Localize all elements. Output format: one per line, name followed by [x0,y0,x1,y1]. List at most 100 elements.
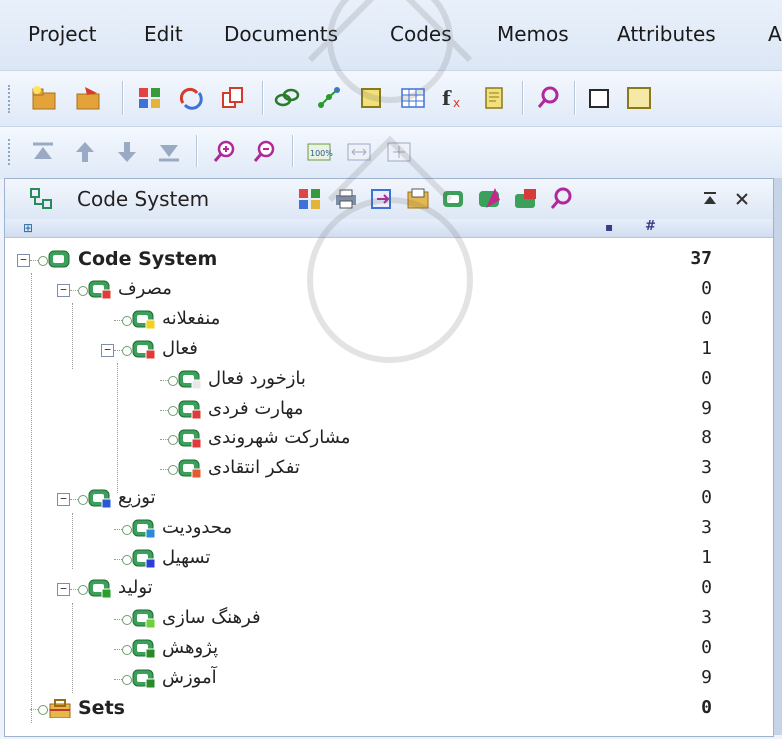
tree-row-code[interactable]: − فعال 1 [0,336,768,366]
tree-row-code[interactable]: آموزش 9 [0,665,768,695]
zoom-out-icon[interactable] [250,137,280,167]
code-count: 1 [701,338,712,359]
code-toggle-dot[interactable] [122,615,132,625]
refresh-icon[interactable] [176,83,206,113]
code-label: مشارکت شهروندی [208,427,351,448]
panel-title: Code System [77,187,210,211]
code-toggle-dot[interactable] [122,555,132,565]
code-system-icon[interactable] [135,83,165,113]
tree-row-code[interactable]: مهارت فردی 9 [0,396,768,426]
fit-page-icon[interactable] [384,137,414,167]
code-label: فرهنگ سازی [162,607,261,628]
svg-text:100%: 100% [310,149,333,158]
zoom-100-icon[interactable]: 100% [304,137,334,167]
search-codes-icon[interactable] [547,184,577,214]
menu-codes[interactable]: Codes [390,22,452,46]
code-count: 0 [701,368,712,389]
export-icon[interactable] [367,184,397,214]
code-favorites-icon[interactable] [511,184,541,214]
tree-row-code[interactable]: منفعلانه 0 [0,306,768,336]
menu-memos[interactable]: Memos [497,22,569,46]
menu-attributes[interactable]: Attributes [617,22,716,46]
collapse-toggle[interactable]: − [57,284,70,297]
zoom-in-icon[interactable] [210,137,240,167]
move-down-icon[interactable] [112,137,142,167]
splitter[interactable] [774,178,782,735]
code-toggle-dot[interactable] [122,675,132,685]
tree-row-code[interactable]: محدودیت 3 [0,515,768,545]
duplicate-icon[interactable] [218,83,248,113]
minimize-panel-icon[interactable] [695,184,725,214]
tree-row-code-system-root[interactable]: − Code System 37 [0,246,768,276]
open-project-icon[interactable] [74,83,104,113]
code-window-icon[interactable] [624,83,654,113]
move-bottom-icon[interactable] [154,137,184,167]
search-icon[interactable] [534,83,564,113]
menu-documents[interactable]: Documents [224,22,338,46]
code-toggle-dot[interactable] [122,525,132,535]
code-label: Code System [78,248,218,270]
tree-row-sets[interactable]: Sets 0 [0,695,768,725]
new-code-icon[interactable] [439,184,469,214]
menu-edit[interactable]: Edit [144,22,183,46]
menu-project[interactable]: Project [28,22,96,46]
code-label: پژوهش [162,637,219,658]
tree-row-code[interactable]: − توزیع 0 [0,485,768,515]
tree-row-code[interactable]: پژوهش 0 [0,635,768,665]
collapse-toggle[interactable]: − [101,344,114,357]
memo-icon[interactable] [356,83,386,113]
code-count: 9 [701,398,712,419]
activate-codes-icon[interactable] [475,184,505,214]
print-icon[interactable] [331,184,361,214]
document-memo-icon[interactable] [480,83,510,113]
window-icon[interactable] [584,83,614,113]
tree-row-code[interactable]: مشارکت شهروندی 8 [0,425,768,455]
code-toggle-dot[interactable] [168,435,178,445]
code-toggle-dot[interactable] [38,256,48,266]
tree-row-code[interactable]: بازخورد فعال 0 [0,366,768,396]
code-label: تسهیل [162,547,211,568]
code-colors-icon[interactable] [295,184,325,214]
code-toggle-dot[interactable] [168,406,178,416]
column-color-icon[interactable]: ▪ [605,220,613,234]
toolbar-grip[interactable] [8,139,14,165]
tree-row-code[interactable]: − مصرف 0 [0,276,768,306]
code-label: فعال [162,338,198,359]
map-icon[interactable] [314,83,344,113]
link-icon[interactable] [272,83,302,113]
code-toggle-dot[interactable] [168,376,178,386]
fit-width-icon[interactable] [344,137,374,167]
code-toggle-dot[interactable] [122,645,132,655]
column-header: ⊞ ▪ # [5,219,773,238]
formula-icon[interactable]: fx [438,83,468,113]
secondary-toolbar: 100% [0,126,782,179]
code-toggle-dot[interactable] [38,705,48,715]
code-toggle-dot[interactable] [168,465,178,475]
import-icon[interactable] [403,184,433,214]
code-count: 37 [690,248,712,269]
code-count: 3 [701,517,712,538]
panel-header: Code System [5,179,773,220]
column-count-header[interactable]: # [645,219,656,234]
code-toggle-dot[interactable] [122,316,132,326]
close-icon[interactable] [727,184,757,214]
tree-row-code[interactable]: فرهنگ سازی 3 [0,605,768,635]
code-toggle-dot[interactable] [78,286,88,296]
code-toggle-dot[interactable] [122,346,132,356]
new-project-icon[interactable] [30,83,60,113]
collapse-toggle[interactable]: − [57,493,70,506]
collapse-toggle[interactable]: − [57,583,70,596]
menu-analysis-partial[interactable]: A [768,22,782,46]
move-up-icon[interactable] [70,137,100,167]
code-count: 9 [701,667,712,688]
collapse-toggle[interactable]: − [17,254,30,267]
move-top-icon[interactable] [28,137,58,167]
toolbar-grip[interactable] [8,85,14,113]
tree-row-code[interactable]: − تولید 0 [0,575,768,605]
code-toggle-dot[interactable] [78,585,88,595]
tree-row-code[interactable]: تسهیل 1 [0,545,768,575]
tree-toggle-icon[interactable]: ⊞ [23,221,33,235]
code-toggle-dot[interactable] [78,495,88,505]
tree-row-code[interactable]: تفکر انتقادی 3 [0,455,768,485]
table-icon[interactable] [398,83,428,113]
